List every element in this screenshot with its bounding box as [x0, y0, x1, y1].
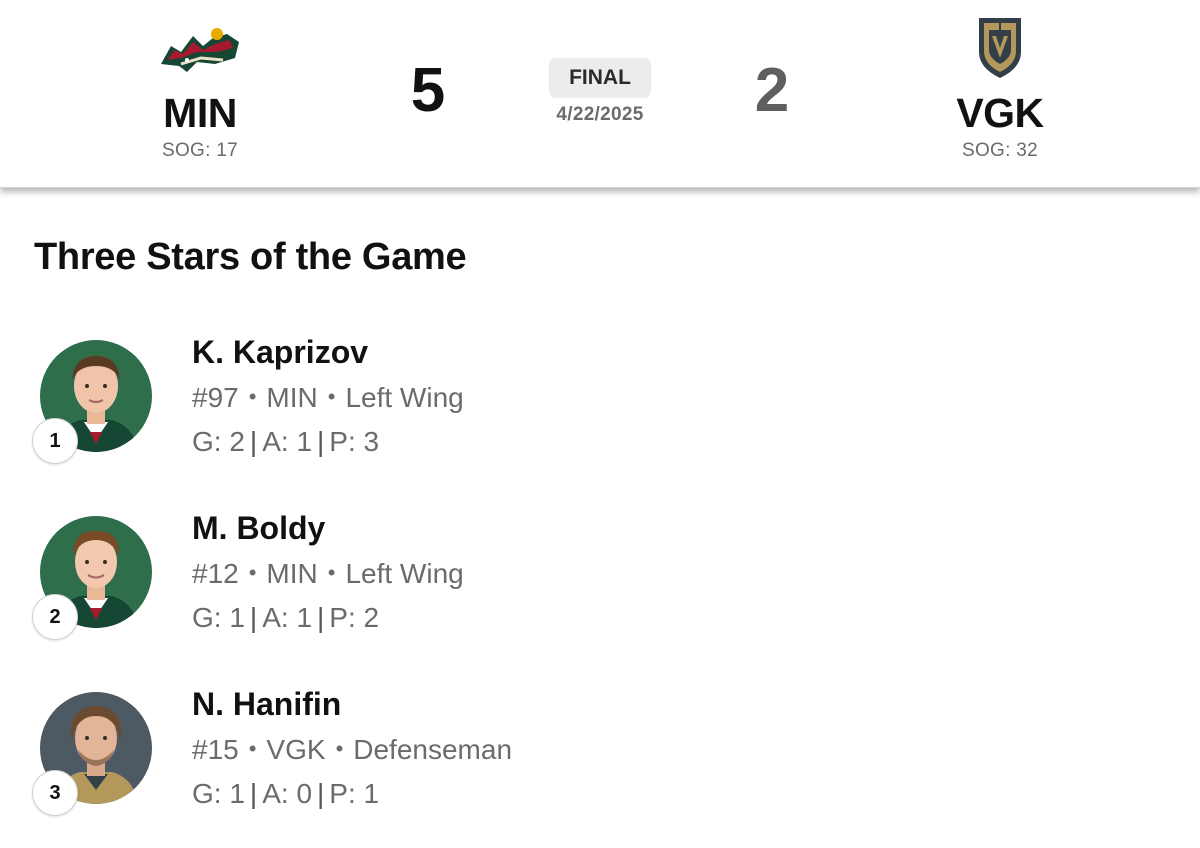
player-number: #15: [192, 734, 239, 765]
player-team: VGK: [266, 734, 326, 765]
home-team-abbr: MIN: [163, 90, 237, 136]
points-stat: P: 3: [329, 426, 380, 457]
player-stats: G: 2 | A: 1 | P: 3: [192, 426, 379, 458]
away-team[interactable]: VGK SOG: 32: [890, 14, 1110, 162]
player-name[interactable]: K. Kaprizov: [192, 334, 368, 371]
three-stars-list: 1 K. Kaprizov #97 • MIN • Left Wing G: 2 | A: …: [0, 320, 1200, 848]
star-row[interactable]: 1 K. Kaprizov #97 • MIN • Left Wing G: 2 | A: …: [0, 320, 1200, 496]
player-avatar[interactable]: 3: [32, 692, 152, 816]
home-team[interactable]: MIN SOG: 17: [90, 14, 310, 162]
away-shots-on-goal: SOG: 32: [961, 140, 1039, 161]
separator-dot-icon: •: [248, 384, 257, 409]
separator-dot-icon: •: [248, 736, 257, 761]
points-stat: P: 2: [329, 602, 380, 633]
player-avatar[interactable]: 1: [32, 340, 152, 464]
player-number: #12: [192, 558, 239, 589]
star-row[interactable]: 3 N. Hanifin #15 • VGK • Defenseman G: 1 | A: …: [0, 672, 1200, 848]
player-avatar[interactable]: 2: [32, 516, 152, 640]
separator-dot-icon: •: [327, 560, 336, 585]
star-rank-badge: 2: [32, 594, 78, 640]
stat-divider: |: [317, 426, 325, 457]
player-info: #15 • VGK • Defenseman: [192, 734, 512, 766]
stat-divider: |: [317, 778, 325, 809]
player-position: Defenseman: [353, 734, 513, 765]
player-info: #97 • MIN • Left Wing: [192, 382, 464, 414]
assists-stat: A: 1: [262, 602, 313, 633]
stat-divider: |: [249, 778, 258, 809]
star-rank-badge: 3: [32, 770, 78, 816]
wild-logo-icon: [152, 14, 248, 80]
stat-divider: |: [249, 426, 258, 457]
assists-stat: A: 0: [262, 778, 313, 809]
goals-stat: G: 2: [192, 426, 245, 457]
assists-stat: A: 1: [262, 426, 313, 457]
game-date: 4/22/2025: [556, 104, 644, 125]
stat-divider: |: [249, 602, 258, 633]
stat-divider: |: [317, 602, 325, 633]
player-stats: G: 1 | A: 0 | P: 1: [192, 778, 379, 810]
player-number: #97: [192, 382, 239, 413]
goals-stat: G: 1: [192, 602, 245, 633]
home-shots-on-goal: SOG: 17: [161, 140, 239, 161]
star-rank-badge: 1: [32, 418, 78, 464]
game-status-badge: FINAL: [549, 58, 651, 98]
scoreboard-header: MIN SOG: 17 5 FINAL 4/22/2025 2 VGK SOG:…: [0, 0, 1200, 188]
goals-stat: G: 1: [192, 778, 245, 809]
separator-dot-icon: •: [248, 560, 257, 585]
home-score: 5: [410, 56, 446, 125]
points-stat: P: 1: [329, 778, 380, 809]
away-team-abbr: VGK: [956, 90, 1044, 136]
star-row[interactable]: 2 M. Boldy #12 • MIN • Left Wing G: 1 | A: 1 | P…: [0, 496, 1200, 672]
player-stats: G: 1 | A: 1 | P: 2: [192, 602, 379, 634]
player-position: Left Wing: [345, 558, 464, 589]
golden-knights-logo-icon: [952, 14, 1048, 80]
player-name[interactable]: M. Boldy: [192, 510, 325, 547]
player-name[interactable]: N. Hanifin: [192, 686, 341, 723]
player-team: MIN: [266, 558, 318, 589]
player-info: #12 • MIN • Left Wing: [192, 558, 464, 590]
three-stars-title: Three Stars of the Game: [34, 236, 467, 278]
player-team: MIN: [266, 382, 318, 413]
separator-dot-icon: •: [335, 736, 344, 761]
player-position: Left Wing: [345, 382, 464, 413]
separator-dot-icon: •: [327, 384, 336, 409]
away-score: 2: [754, 56, 790, 125]
